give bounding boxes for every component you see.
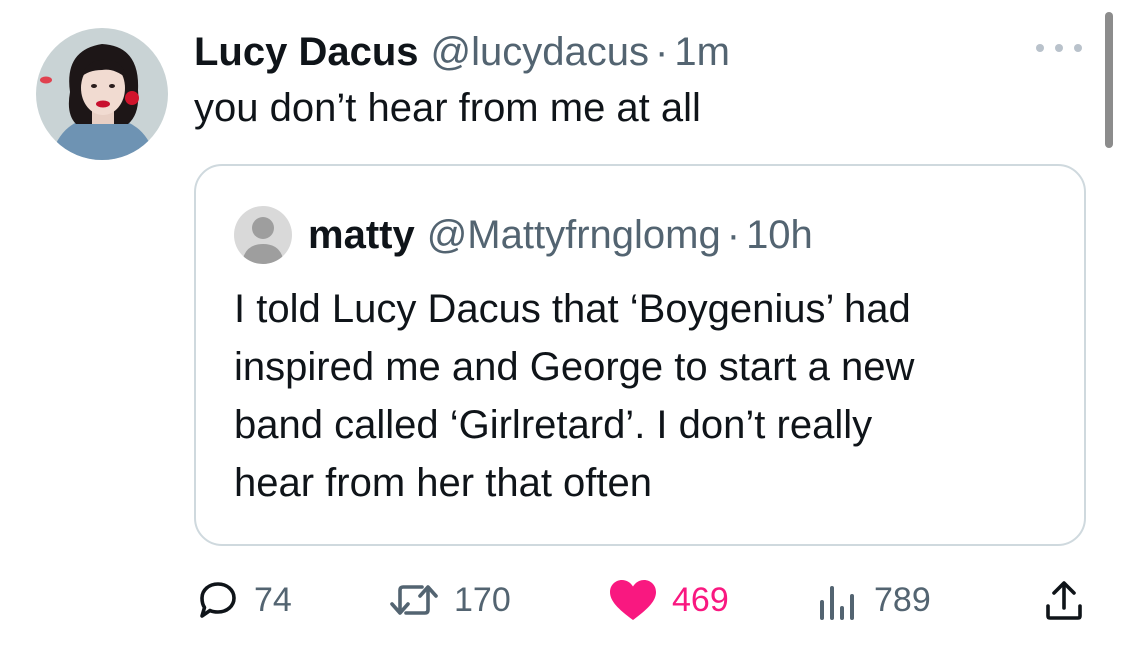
share-button[interactable] xyxy=(1042,570,1086,630)
quoted-timestamp[interactable]: 10h xyxy=(746,210,813,260)
views-button[interactable]: 789 xyxy=(818,570,931,630)
tweet: Lucy Dacus @lucydacus · 1m you don’t hea… xyxy=(0,0,1125,659)
like-button[interactable]: 469 xyxy=(608,570,729,630)
retweet-icon xyxy=(390,585,438,615)
quoted-text-line: hear from her that often xyxy=(234,461,653,505)
tweet-header: Lucy Dacus @lucydacus · 1m xyxy=(194,26,730,78)
reply-count: 74 xyxy=(254,580,292,619)
tweet-text: you don’t hear from me at all xyxy=(194,86,701,130)
scrollbar[interactable] xyxy=(1105,12,1113,148)
like-count: 469 xyxy=(672,580,729,619)
quoted-author-avatar[interactable] xyxy=(234,206,292,264)
reply-icon xyxy=(200,582,236,618)
quoted-tweet[interactable]: matty @Mattyfrnglomg · 10h I told Lucy D… xyxy=(194,164,1086,546)
more-horizontal-icon[interactable] xyxy=(1036,40,1082,56)
separator-dot: · xyxy=(726,213,741,257)
separator-dot: · xyxy=(655,30,669,74)
view-count: 789 xyxy=(874,580,931,619)
quoted-header: matty @Mattyfrnglomg · 10h xyxy=(308,210,813,260)
quoted-text-line: inspired me and George to start a new xyxy=(234,345,915,389)
author-handle[interactable]: @lucydacus xyxy=(431,26,649,78)
quoted-author-handle[interactable]: @Mattyfrnglomg xyxy=(427,210,721,260)
views-chart-icon xyxy=(820,586,854,620)
quoted-text-line: band called ‘Girlretard’. I don’t really xyxy=(234,403,873,447)
share-icon xyxy=(1046,581,1082,620)
quoted-author-name[interactable]: matty xyxy=(308,210,415,260)
reply-button[interactable]: 74 xyxy=(196,570,292,630)
quoted-text: I told Lucy Dacus that ‘Boygenius’ had i… xyxy=(234,280,1054,512)
quoted-text-line: I told Lucy Dacus that ‘Boygenius’ had xyxy=(234,287,911,331)
heart-filled-icon xyxy=(610,580,656,620)
retweet-count: 170 xyxy=(454,580,511,619)
action-bar: 74 170 469 789 xyxy=(0,570,1125,630)
author-name[interactable]: Lucy Dacus xyxy=(194,26,419,78)
author-avatar[interactable] xyxy=(36,28,168,160)
retweet-button[interactable]: 170 xyxy=(388,570,511,630)
tweet-timestamp[interactable]: 1m xyxy=(674,26,730,78)
